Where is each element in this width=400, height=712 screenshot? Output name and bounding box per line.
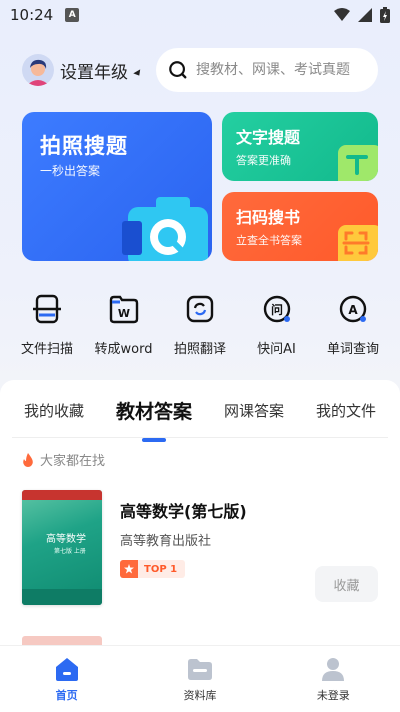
- tool-photo-translate[interactable]: 拍照翻译: [163, 290, 237, 357]
- svg-text:问: 问: [270, 302, 282, 317]
- divider: [12, 437, 388, 438]
- status-right: [334, 7, 390, 23]
- tab-bar: 我的收藏 教材答案 网课答案 我的文件: [14, 392, 386, 428]
- tool-label: 文件扫描: [20, 342, 73, 357]
- tool-label: 转成word: [94, 342, 153, 357]
- hot-search-label: 大家都在找: [22, 450, 105, 469]
- text-t-icon: [338, 145, 378, 181]
- tool-label: 拍照翻译: [173, 342, 226, 357]
- photo-search-card[interactable]: 拍照搜题 一秒出答案: [22, 112, 212, 261]
- nav-label: 资料库: [183, 689, 217, 702]
- star-icon: [120, 560, 138, 578]
- search-input[interactable]: [196, 62, 366, 78]
- search-icon: [169, 61, 187, 79]
- nav-profile[interactable]: 未登录: [283, 655, 383, 703]
- bottom-nav: 首页 资料库 未登录: [0, 646, 400, 712]
- word-lookup-icon: A: [334, 290, 372, 328]
- scan-frame-icon: [338, 225, 378, 261]
- tool-label: 单词查询: [326, 342, 379, 357]
- grade-selector[interactable]: 设置年级: [22, 54, 143, 86]
- rank-badge: TOP 1: [120, 560, 186, 578]
- word-doc-icon: W: [105, 290, 143, 328]
- top-bar: 设置年级: [22, 48, 378, 92]
- text-search-card[interactable]: 文字搜题 答案更准确: [222, 112, 378, 181]
- content-panel: 我的收藏 教材答案 网课答案 我的文件 大家都在找 高等数学 第七版 上册 高等…: [0, 380, 400, 652]
- avatar: [22, 54, 54, 86]
- tool-file-scan[interactable]: 文件扫描: [10, 290, 84, 357]
- signal-icon: [358, 8, 372, 22]
- cover-subtitle: 第七版 上册: [54, 548, 86, 555]
- photo-search-title: 拍照搜题: [40, 134, 128, 158]
- scan-book-subtitle: 立查全书答案: [236, 234, 302, 247]
- cover-bottom: [22, 589, 102, 605]
- notification-icon: A: [65, 8, 80, 22]
- hot-text: 大家都在找: [40, 454, 106, 469]
- camera-search-icon: [122, 197, 208, 261]
- cover-strip: [22, 490, 102, 500]
- flame-icon: [23, 452, 33, 467]
- wifi-icon: [334, 8, 350, 21]
- nav-label: 首页: [55, 689, 78, 702]
- nav-library[interactable]: 资料库: [150, 655, 250, 703]
- text-search-subtitle: 答案更准确: [236, 154, 291, 167]
- scan-book-card[interactable]: 扫码搜书 立查全书答案: [222, 192, 378, 261]
- cover-title: 高等数学: [46, 534, 86, 545]
- svg-text:W: W: [117, 307, 129, 320]
- home-icon: [55, 658, 78, 681]
- scanner-icon: [28, 290, 66, 328]
- favorite-button[interactable]: 收藏: [315, 566, 378, 602]
- tab-my-files[interactable]: 我的文件: [306, 400, 386, 421]
- folder-icon: [187, 659, 212, 680]
- user-icon: [322, 658, 345, 681]
- scan-book-title: 扫码搜书: [236, 208, 301, 227]
- book-title[interactable]: 高等数学(第七版): [120, 498, 247, 522]
- tab-textbook-answers[interactable]: 教材答案: [106, 397, 202, 424]
- book-cover[interactable]: 高等数学 第七版 上册: [22, 490, 102, 605]
- svg-text:A: A: [348, 303, 358, 317]
- tool-to-word[interactable]: W 转成word: [87, 290, 161, 357]
- status-bar: 10:24 A: [0, 0, 400, 30]
- tab-my-favorites[interactable]: 我的收藏: [14, 400, 94, 421]
- rank-text: TOP 1: [144, 563, 178, 575]
- nav-label: 未登录: [316, 689, 350, 702]
- ai-chat-icon: 问: [258, 290, 296, 328]
- caret-down-icon: [133, 68, 143, 78]
- status-time: 10:24: [10, 6, 54, 24]
- photo-search-subtitle: 一秒出答案: [40, 164, 101, 178]
- tool-word-lookup[interactable]: A 单词查询: [316, 290, 390, 357]
- book-publisher: 高等教育出版社: [120, 534, 212, 549]
- tools-row: 文件扫描 W 转成word 拍照翻译 问 快问AI A 单词查询: [10, 290, 390, 357]
- tool-ask-ai[interactable]: 问 快问AI: [240, 290, 314, 357]
- grade-label: 设置年级: [60, 62, 128, 83]
- text-search-title: 文字搜题: [236, 128, 301, 147]
- tab-course-answers[interactable]: 网课答案: [214, 400, 294, 421]
- tool-label: 快问AI: [257, 342, 296, 357]
- nav-home[interactable]: 首页: [17, 655, 117, 703]
- search-bar[interactable]: [156, 48, 378, 92]
- camera-translate-icon: [181, 290, 219, 328]
- battery-icon: [380, 7, 390, 23]
